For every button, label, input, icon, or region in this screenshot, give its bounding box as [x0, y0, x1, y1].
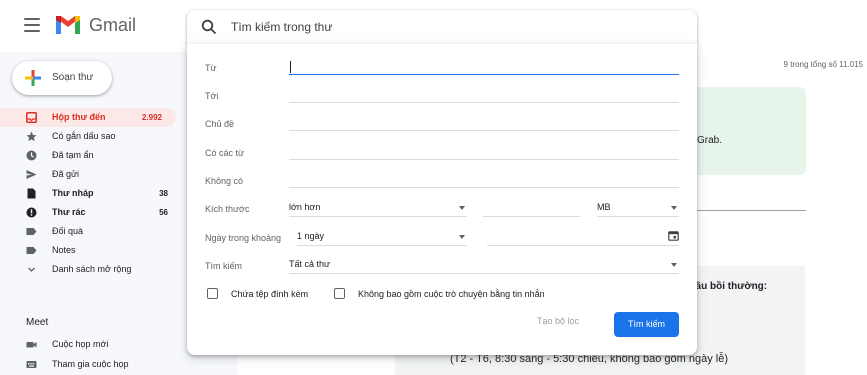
sidebar-item-label: Có gắn dấu sao	[52, 131, 116, 141]
sidebar-item-inbox[interactable]: Hộp thư đến 2.992	[0, 108, 176, 127]
unread-count: 2.992	[141, 113, 162, 122]
star-icon	[26, 131, 37, 142]
sidebar-item-label: Đã gửi	[52, 169, 80, 179]
sidebar-item-more[interactable]: Danh sách mở rộng	[0, 260, 180, 279]
dropdown-arrow-icon	[459, 206, 465, 210]
sidebar-item-snoozed[interactable]: Đã tạm ẩn	[0, 146, 180, 165]
dropdown-arrow-icon	[671, 263, 677, 267]
has-words-field[interactable]	[289, 142, 679, 160]
sidebar-item-notes[interactable]: Notes	[0, 241, 180, 260]
dropdown-arrow-icon	[459, 235, 465, 239]
sidebar-item-label: Đối quà	[52, 226, 84, 236]
sidebar-item-label: Thư rác	[52, 207, 86, 217]
message-heading: cầu bồi thường:	[690, 281, 768, 292]
label-icon	[26, 228, 37, 235]
main-menu-icon[interactable]	[24, 18, 40, 32]
sidebar-item-label: Hộp thư đến	[52, 112, 106, 122]
advanced-search-panel: Từ Tới Chủ đề Có các từ Không có Kích th…	[187, 44, 697, 355]
size-operator-value: lớn hơn	[289, 202, 321, 212]
spam-count: 56	[159, 208, 168, 217]
message-snippet: Grab.	[697, 135, 723, 146]
compose-button[interactable]: Soạn thư	[12, 61, 112, 95]
from-field[interactable]	[289, 57, 679, 75]
no-words-field[interactable]	[289, 170, 679, 188]
sidebar-item-label: Danh sách mở rộng	[52, 264, 132, 274]
sidebar-item-drafts[interactable]: Thư nháp 38	[0, 184, 180, 203]
video-icon	[26, 342, 37, 348]
sidebar-item-spam[interactable]: Thư rác 56	[0, 203, 180, 222]
inbox-icon	[26, 112, 37, 123]
dropdown-arrow-icon	[671, 206, 677, 210]
pagination-text: 9 trong tổng số 11.015	[783, 60, 863, 69]
subject-label: Chủ đề	[205, 119, 235, 129]
spam-icon	[26, 207, 37, 218]
date-field[interactable]	[487, 228, 679, 246]
draft-count: 38	[159, 189, 168, 198]
search-in-select[interactable]: Tất cả thư	[289, 256, 679, 274]
sidebar-item-sent[interactable]: Đã gửi	[0, 165, 180, 184]
label-icon	[26, 247, 37, 254]
sidebar-item-label: Đã tạm ẩn	[52, 150, 94, 160]
date-range-value: 1 ngày	[297, 231, 325, 241]
message-callout	[688, 87, 806, 175]
divider	[690, 210, 806, 211]
search-input[interactable]	[229, 16, 669, 38]
chevron-down-icon	[28, 267, 35, 272]
meet-section-title: Meet	[26, 317, 49, 328]
size-unit-select[interactable]: MB	[597, 199, 679, 217]
clock-icon	[26, 150, 37, 161]
has-attachment-checkbox[interactable]	[207, 288, 218, 299]
date-range-select[interactable]: 1 ngày	[297, 228, 467, 246]
plus-icon	[25, 70, 41, 86]
text-cursor	[290, 61, 291, 73]
meet-item-new-meeting[interactable]: Cuộc họp mới	[0, 335, 180, 354]
has-words-label: Có các từ	[205, 148, 245, 158]
sidebar-item-label: Thư nháp	[52, 188, 94, 198]
subject-field[interactable]	[289, 113, 679, 131]
exclude-chats-checkbox[interactable]	[334, 288, 345, 299]
from-label: Từ	[205, 63, 217, 73]
no-words-label: Không có	[205, 176, 244, 186]
meet-item-label: Cuộc họp mới	[52, 339, 109, 349]
brand-name: Gmail	[89, 15, 137, 35]
date-within-label: Ngày trong khoảng	[205, 233, 282, 243]
sidebar-nav: Hộp thư đến 2.992 Có gắn dấu sao Đã tạm …	[0, 108, 180, 279]
draft-icon	[27, 188, 36, 199]
size-operator-select[interactable]: lớn hơn	[289, 199, 467, 217]
calendar-icon[interactable]	[668, 230, 679, 241]
search-in-value: Tất cả thư	[289, 259, 331, 269]
exclude-chats-label: Không bao gồm cuộc trò chuyện bằng tin n…	[358, 289, 545, 299]
sidebar-item-label: Notes	[52, 245, 76, 255]
create-filter-button[interactable]: Tạo bộ lọc	[537, 316, 579, 326]
to-field[interactable]	[289, 85, 679, 103]
sidebar-item-starred[interactable]: Có gắn dấu sao	[0, 127, 180, 146]
size-value-field[interactable]	[483, 199, 580, 217]
meet-item-label: Tham gia cuộc họp	[52, 359, 129, 369]
has-attachment-label: Chứa tệp đính kèm	[231, 289, 309, 299]
search-button[interactable]: Tìm kiếm	[614, 312, 679, 337]
gmail-logo[interactable]	[54, 14, 82, 36]
size-unit-value: MB	[597, 202, 611, 212]
search-bar	[187, 10, 697, 44]
send-icon	[26, 170, 37, 179]
search-icon[interactable]	[201, 19, 217, 35]
sidebar-item-gifts[interactable]: Đối quà	[0, 222, 180, 241]
keyboard-icon	[26, 361, 37, 368]
size-label: Kích thước	[205, 204, 250, 214]
compose-label: Soạn thư	[52, 72, 94, 83]
search-in-label: Tìm kiếm	[205, 261, 242, 271]
meet-item-join-meeting[interactable]: Tham gia cuộc họp	[0, 355, 180, 374]
to-label: Tới	[205, 91, 219, 101]
